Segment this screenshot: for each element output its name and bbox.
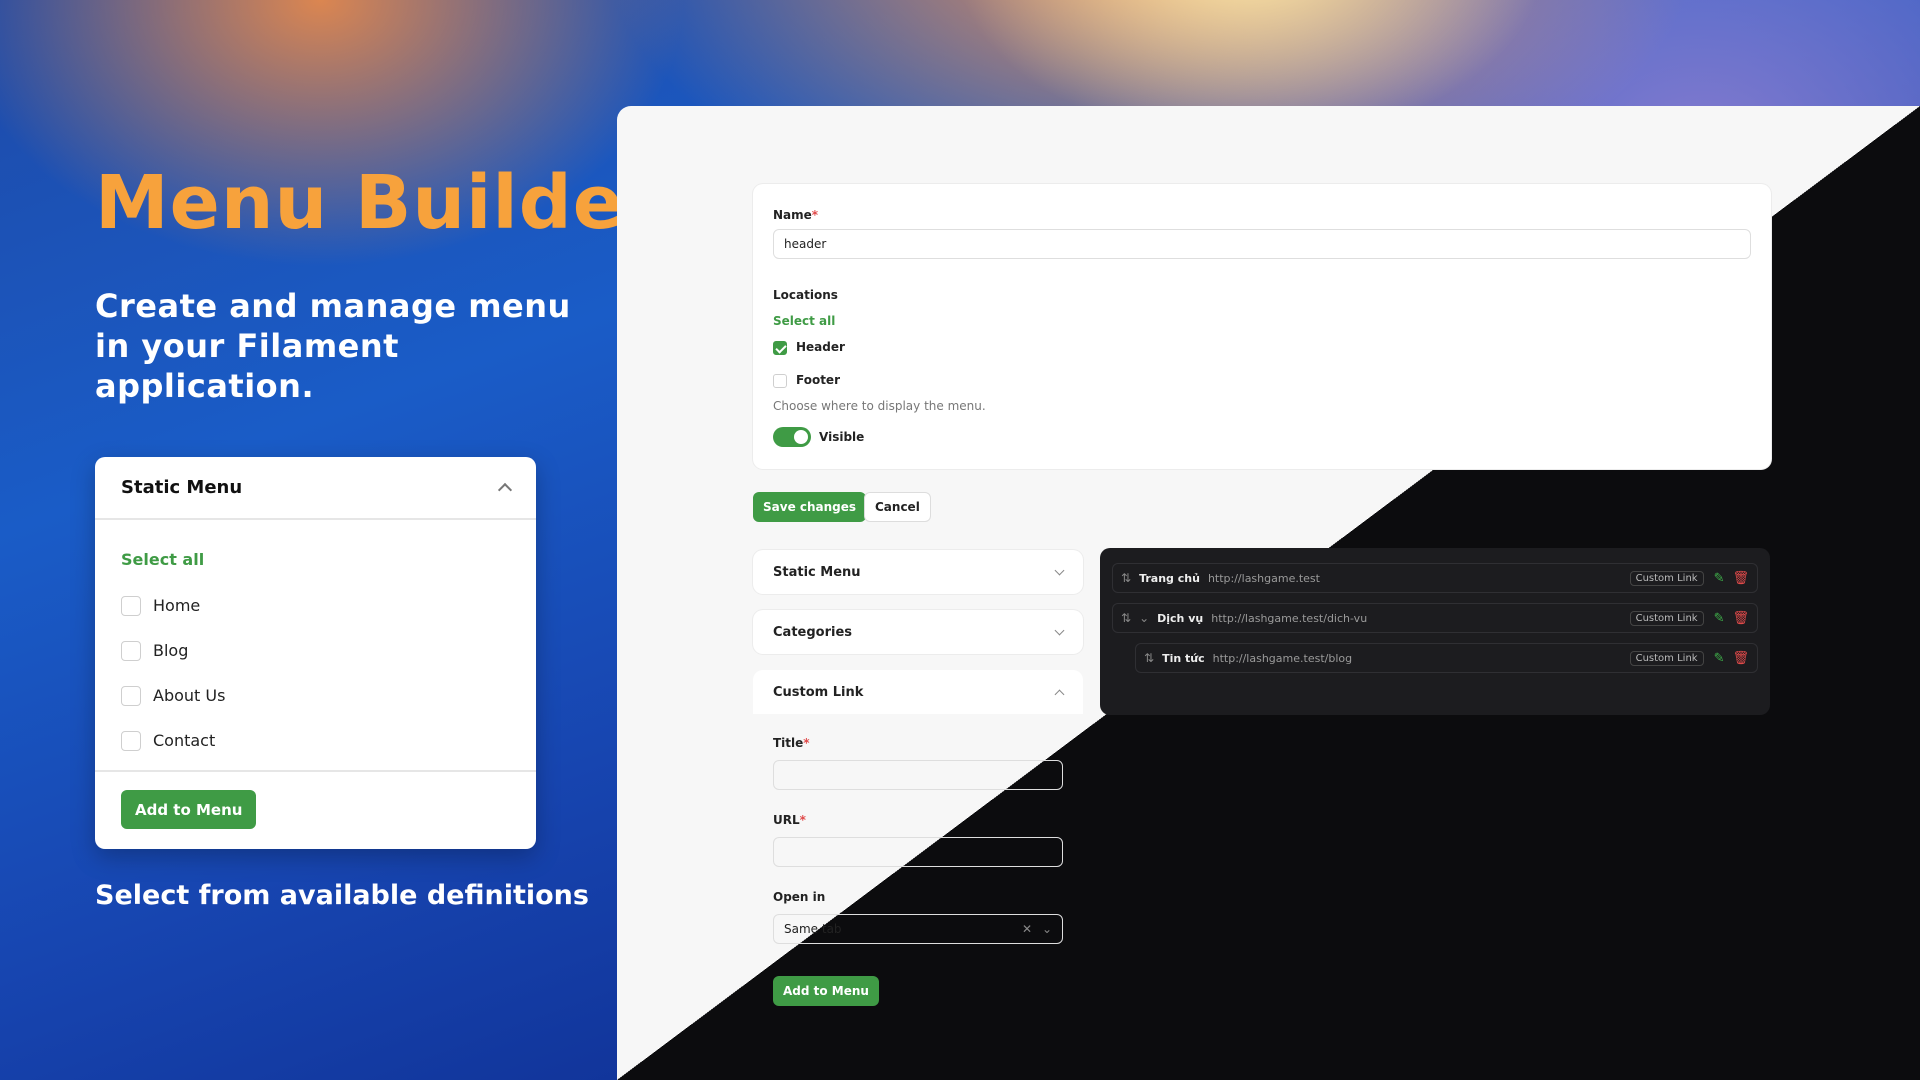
move-icon[interactable]: ⇅	[1144, 651, 1154, 665]
locations-hint: Choose where to display the menu.	[773, 399, 986, 413]
chevron-down-icon[interactable]	[1054, 565, 1065, 575]
accordion-categories[interactable]: Categories	[753, 610, 1083, 654]
locations-label: Locations	[773, 288, 838, 302]
title-input[interactable]	[773, 760, 1063, 790]
clear-icon[interactable]: ✕	[1022, 915, 1032, 943]
custom-add-to-menu-button[interactable]: Add to Menu	[773, 976, 879, 1006]
hero-title: Menu Builder	[95, 160, 662, 246]
chevron-up-icon[interactable]	[1054, 689, 1065, 699]
cancel-button[interactable]: Cancel	[864, 492, 931, 522]
app-panel: Name* header Locations Select all Header…	[617, 106, 1920, 1080]
header-label: Header	[796, 340, 845, 354]
trash-icon[interactable]: 🗑	[1732, 571, 1749, 586]
custom-link-card: Custom Link Title* URL* Open in Same tab…	[753, 670, 1083, 1028]
move-icon[interactable]: ⇅	[1121, 571, 1131, 585]
footer-checkbox[interactable]	[773, 374, 787, 388]
accordion-static-menu[interactable]: Static Menu	[753, 550, 1083, 594]
chevron-up-icon[interactable]	[497, 482, 513, 497]
save-changes-button[interactable]: Save changes	[753, 492, 867, 522]
tree-item[interactable]: ⇅ ⌄ Dịch vụ http://lashgame.test/dich-vu Cus…	[1112, 603, 1758, 633]
static-menu-card: Static Menu Select all Home Blog About U…	[95, 457, 536, 849]
select-all-link[interactable]: Select all	[121, 550, 510, 569]
tree-item[interactable]: ⇅ Trang chủ http://lashgame.test Custom Lin…	[1112, 563, 1758, 593]
chevron-down-icon[interactable]: ⌄	[1042, 915, 1052, 943]
menu-form-card: Name* header Locations Select all Header…	[753, 184, 1771, 469]
option-home[interactable]: Home	[121, 583, 510, 628]
trash-icon[interactable]: 🗑	[1732, 611, 1749, 626]
url-input[interactable]	[773, 837, 1063, 867]
checkbox[interactable]	[121, 640, 141, 661]
open-in-select[interactable]: Same tab ✕ ⌄	[773, 914, 1063, 944]
edit-icon[interactable]: ✎	[1714, 611, 1725, 626]
name-label: Name	[773, 208, 812, 222]
header-checkbox[interactable]	[773, 341, 787, 355]
move-icon[interactable]: ⇅	[1121, 611, 1131, 625]
hero: Menu Builder Create and manage menu in y…	[95, 160, 662, 406]
option-contact[interactable]: Contact	[121, 718, 510, 763]
tree-item[interactable]: ⇅ Tin tức http://lashgame.test/blog Custom …	[1135, 643, 1758, 673]
hero-subtitle: Create and manage menu in your Filament …	[95, 287, 571, 405]
footer-label: Footer	[796, 373, 840, 387]
checkbox[interactable]	[121, 595, 141, 616]
type-badge: Custom Link	[1629, 570, 1704, 586]
edit-icon[interactable]: ✎	[1714, 571, 1725, 586]
caption: Select from available definitions	[95, 880, 589, 911]
type-badge: Custom Link	[1629, 650, 1704, 666]
chevron-down-icon[interactable]	[1054, 625, 1065, 635]
static-menu-header[interactable]: Static Menu	[95, 457, 536, 520]
checkbox[interactable]	[121, 730, 141, 751]
menu-tree: ⇅ Trang chủ http://lashgame.test Custom Lin…	[1100, 548, 1770, 715]
name-input[interactable]: header	[773, 229, 1751, 259]
title-label: Title	[773, 736, 804, 750]
visible-toggle[interactable]	[773, 427, 811, 447]
type-badge: Custom Link	[1629, 610, 1704, 626]
trash-icon[interactable]: 🗑	[1732, 651, 1749, 666]
edit-icon[interactable]: ✎	[1714, 651, 1725, 666]
checkbox[interactable]	[121, 685, 141, 706]
accordion-custom-link[interactable]: Custom Link	[753, 670, 1083, 714]
visible-label: Visible	[819, 430, 865, 444]
option-blog[interactable]: Blog	[121, 628, 510, 673]
chevron-down-icon[interactable]: ⌄	[1139, 611, 1149, 625]
option-about-us[interactable]: About Us	[121, 673, 510, 718]
open-in-label: Open in	[773, 890, 826, 904]
static-menu-title: Static Menu	[121, 477, 243, 498]
url-label: URL	[773, 813, 800, 827]
add-to-menu-button[interactable]: Add to Menu	[121, 790, 257, 829]
locations-select-all[interactable]: Select all	[773, 314, 835, 328]
